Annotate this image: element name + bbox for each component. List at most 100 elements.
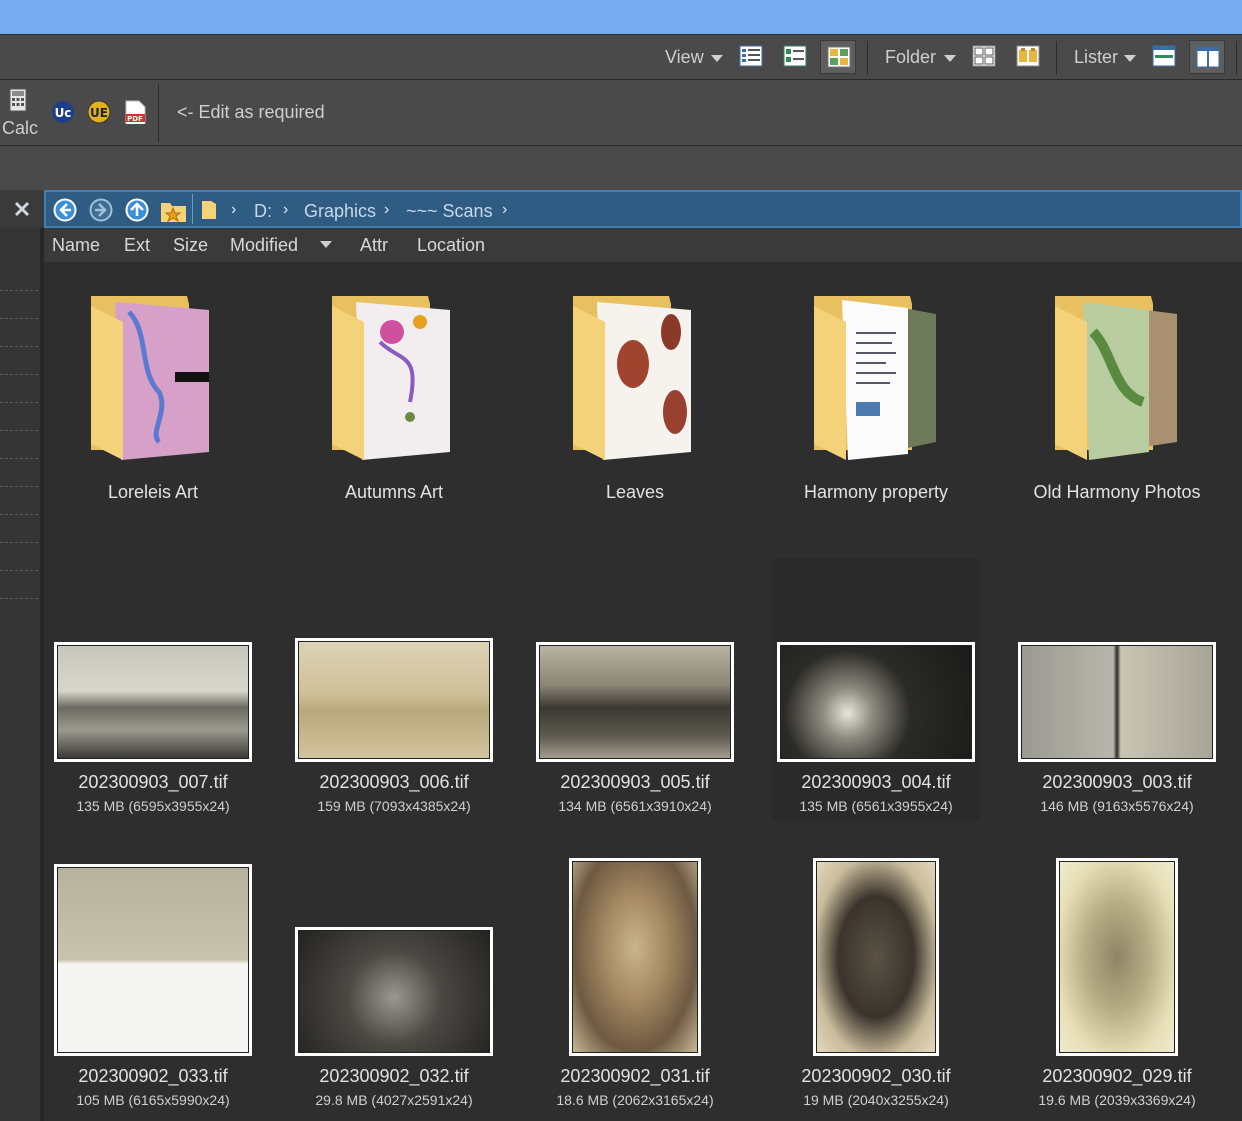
pdf-icon[interactable]: PDF xyxy=(124,100,148,124)
ue-app-icon[interactable]: UE xyxy=(87,100,111,124)
file-name: 202300902_029.tif xyxy=(1042,1066,1192,1086)
close-icon[interactable] xyxy=(13,200,31,218)
file-item[interactable]: 202300903_006.tif 159 MB (7093x4385x24) xyxy=(285,638,503,822)
folder-name: Old Harmony Photos xyxy=(1033,482,1201,502)
lister-dropdown-icon[interactable] xyxy=(1124,55,1136,62)
column-headers: Name Ext Size Modified Attr Location xyxy=(44,228,1242,262)
column-location[interactable]: Location xyxy=(417,235,485,256)
single-pane-button[interactable] xyxy=(1146,40,1182,74)
single-pane-icon xyxy=(1152,45,1176,67)
file-item[interactable]: 202300902_032.tif 29.8 MB (4027x2591x24) xyxy=(285,927,503,1119)
folder-icon xyxy=(573,296,691,460)
folder-layout-button[interactable] xyxy=(966,40,1002,74)
file-item[interactable]: 202300903_005.tif 134 MB (6561x3910x24) xyxy=(526,642,744,822)
folder-dropdown-icon[interactable] xyxy=(944,55,956,62)
tree-line xyxy=(0,570,38,571)
folder-name: Harmony property xyxy=(803,482,949,502)
tree-line xyxy=(0,458,38,459)
column-name[interactable]: Name xyxy=(52,235,100,256)
file-name: 202300903_006.tif xyxy=(319,772,469,792)
breadcrumb-chevron-icon[interactable]: › xyxy=(384,201,389,219)
file-item[interactable]: 202300902_029.tif 19.6 MB (2039x3369x24) xyxy=(1008,858,1226,1119)
breadcrumb-chevron-icon[interactable]: › xyxy=(283,201,288,219)
column-size[interactable]: Size xyxy=(173,235,208,256)
svg-text:PDF: PDF xyxy=(127,115,143,123)
toolbar-separator xyxy=(867,41,868,75)
favorites-folder-icon[interactable] xyxy=(160,198,188,224)
column-ext[interactable]: Ext xyxy=(124,235,150,256)
file-meta: 159 MB (7093x4385x24) xyxy=(317,798,471,814)
folder-menu-button[interactable]: Folder xyxy=(885,47,936,68)
file-item[interactable]: 202300903_007.tif 135 MB (6595x3955x24) xyxy=(44,642,262,822)
image-thumbnail xyxy=(54,642,252,762)
folder-thumbs-icon xyxy=(1016,45,1040,67)
folder-icon xyxy=(1055,296,1177,460)
tree-line xyxy=(0,486,38,487)
view-menu-button[interactable]: View xyxy=(665,47,704,68)
folder-icon xyxy=(91,296,209,460)
dual-pane-button[interactable] xyxy=(1189,40,1225,74)
file-name: 202300902_032.tif xyxy=(319,1066,469,1086)
file-name: 202300903_007.tif xyxy=(78,772,228,792)
image-thumbnail xyxy=(295,927,493,1056)
breadcrumb-drive[interactable]: D: xyxy=(254,201,272,222)
file-name: 202300902_031.tif xyxy=(560,1066,710,1086)
thumbnail-view-icon xyxy=(827,46,851,68)
view-dropdown-icon[interactable] xyxy=(711,55,723,62)
tree-line xyxy=(0,346,38,347)
back-icon[interactable] xyxy=(53,198,77,222)
image-thumbnail xyxy=(813,858,939,1056)
breadcrumb-chevron-icon[interactable]: › xyxy=(502,201,507,219)
folder-item[interactable]: Autumns Art xyxy=(285,292,503,502)
breadcrumb-chevron-icon[interactable]: › xyxy=(231,201,236,219)
breadcrumb-graphics[interactable]: Graphics xyxy=(304,201,376,222)
list-view-button[interactable] xyxy=(777,40,813,74)
sort-dropdown-icon[interactable] xyxy=(320,241,332,248)
file-meta: 19 MB (2040x3255x24) xyxy=(803,1092,949,1108)
folder-tree-pane[interactable] xyxy=(0,228,40,1121)
calculator-icon[interactable] xyxy=(9,88,27,112)
folder-thumbs-button[interactable] xyxy=(1010,40,1046,74)
tools-toolbar: Calc Uc UE PDF <- Edit as required xyxy=(0,80,1242,146)
thumbnail-view-button[interactable] xyxy=(820,40,856,74)
uc-app-icon[interactable]: Uc xyxy=(51,100,75,124)
folder-item[interactable]: Leaves xyxy=(526,292,744,502)
column-modified[interactable]: Modified xyxy=(230,235,298,256)
file-item[interactable]: 202300903_003.tif 146 MB (9163x5576x24) xyxy=(1008,642,1226,822)
folder-item[interactable]: Old Harmony Photos xyxy=(1008,292,1226,502)
location-bar: › D: › Graphics › ~~~ Scans › xyxy=(44,190,1242,228)
window-titlebar xyxy=(0,0,1242,34)
file-meta: 146 MB (9163x5576x24) xyxy=(1040,798,1194,814)
tree-line xyxy=(0,290,38,291)
pathbar-separator xyxy=(192,194,193,224)
details-view-button[interactable] xyxy=(733,40,769,74)
forward-icon[interactable] xyxy=(89,198,113,222)
file-item[interactable]: 202300902_033.tif 105 MB (6165x5990x24) xyxy=(44,864,262,1119)
toolbar-separator xyxy=(1236,41,1237,75)
image-thumbnail xyxy=(1056,858,1178,1056)
column-attr[interactable]: Attr xyxy=(360,235,388,256)
dual-pane-icon xyxy=(1196,46,1220,68)
folder-name: Autumns Art xyxy=(344,482,444,502)
calc-button-label[interactable]: Calc xyxy=(2,118,38,139)
folder-item[interactable]: Harmony property xyxy=(767,292,985,502)
file-name: 202300903_003.tif xyxy=(1042,772,1192,792)
file-item[interactable]: 202300902_030.tif 19 MB (2040x3255x24) xyxy=(767,858,985,1119)
file-item[interactable]: 202300903_004.tif 135 MB (6561x3955x24) xyxy=(767,642,985,822)
folder-icon xyxy=(814,296,936,460)
image-thumbnail xyxy=(295,638,493,762)
folder-icon xyxy=(332,296,450,460)
up-folder-icon[interactable] xyxy=(125,198,149,222)
tree-line xyxy=(0,374,38,375)
close-pane-area xyxy=(0,190,44,228)
file-item[interactable]: 202300902_031.tif 18.6 MB (2062x3165x24) xyxy=(526,858,744,1119)
thumbnail-grid: Loreleis Art Autumns Art Leaves Harmony … xyxy=(44,262,1242,1121)
breadcrumb-scans[interactable]: ~~~ Scans xyxy=(406,201,493,222)
image-thumbnail xyxy=(777,642,975,762)
toolbar-separator xyxy=(158,84,159,142)
image-thumbnail xyxy=(536,642,734,762)
lister-menu-button[interactable]: Lister xyxy=(1074,47,1118,68)
svg-text:Uc: Uc xyxy=(55,106,72,120)
folder-item[interactable]: Loreleis Art xyxy=(44,292,262,502)
file-meta: 134 MB (6561x3910x24) xyxy=(558,798,712,814)
